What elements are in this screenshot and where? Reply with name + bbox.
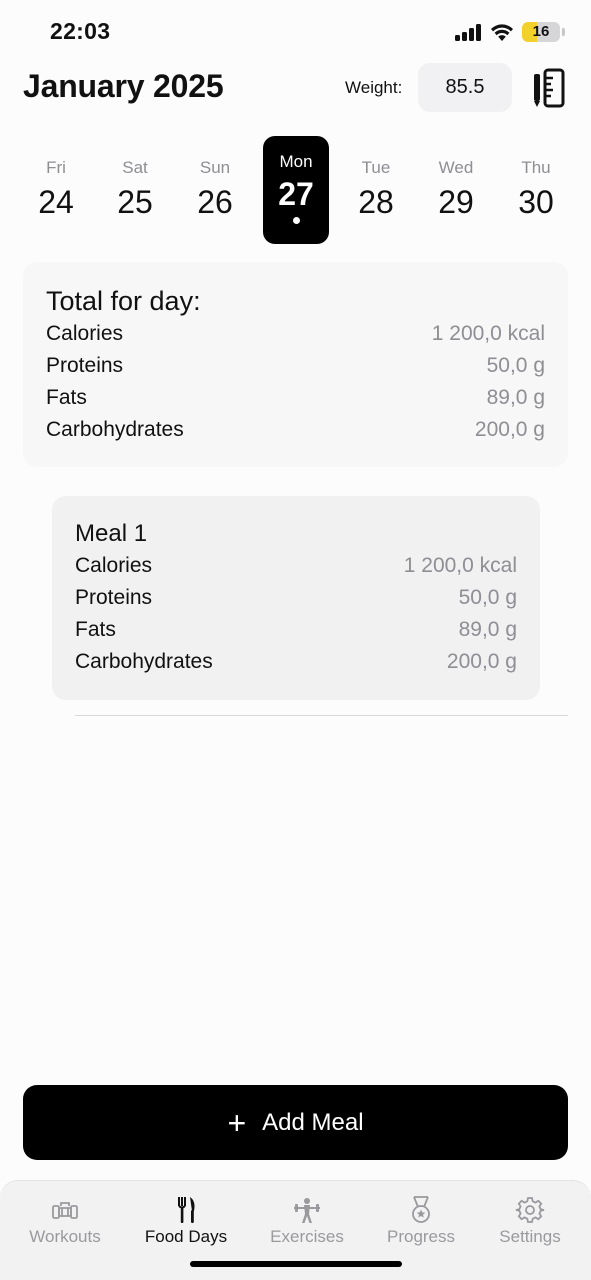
meal-row-fats: Fats 89,0 g (75, 618, 517, 648)
medal-icon (412, 1196, 430, 1223)
tab-food-days[interactable]: Food Days (131, 1195, 241, 1247)
day-name: Sun (199, 158, 231, 177)
list-divider (75, 715, 568, 716)
day-name: Tue (361, 158, 391, 177)
day-mon-27-selected[interactable]: Mon 27 (263, 136, 329, 244)
day-wed-29[interactable]: Wed 29 (423, 136, 489, 244)
weight-input[interactable] (418, 63, 512, 112)
row-value: 89,0 g (486, 386, 545, 409)
status-time: 22:03 (50, 18, 111, 44)
gear-icon (515, 1197, 545, 1223)
ruler-pencil-icon[interactable] (532, 68, 566, 108)
day-sun-26[interactable]: Sun 26 (182, 136, 248, 244)
tab-label: Workouts (29, 1227, 101, 1246)
row-value: 1 200,0 kcal (403, 554, 517, 577)
day-number: 27 (278, 176, 314, 212)
tab-exercises[interactable]: Exercises (252, 1195, 362, 1247)
tab-workouts[interactable]: Workouts (10, 1195, 120, 1247)
day-sat-25[interactable]: Sat 25 (102, 136, 168, 244)
row-label: Carbohydrates (75, 650, 213, 673)
row-label: Carbohydrates (46, 418, 184, 441)
meal-row-proteins: Proteins 50,0 g (75, 586, 517, 616)
day-fri-24[interactable]: Fri 24 (23, 136, 89, 244)
day-number: 29 (438, 184, 474, 220)
day-tue-28[interactable]: Tue 28 (343, 136, 409, 244)
total-row-fats: Fats 89,0 g (46, 386, 545, 416)
total-row-carbohydrates: Carbohydrates 200,0 g (46, 418, 545, 448)
row-label: Fats (46, 386, 87, 409)
row-value: 200,0 g (446, 650, 517, 673)
today-dot (292, 217, 300, 224)
tab-progress[interactable]: Progress (366, 1195, 476, 1247)
day-number: 24 (38, 184, 74, 220)
row-value: 89,0 g (458, 618, 517, 641)
row-label: Proteins (75, 586, 153, 609)
home-indicator (190, 1261, 402, 1267)
add-meal-button[interactable]: + Add Meal (23, 1085, 568, 1160)
meal-row-calories: Calories 1 200,0 kcal (75, 554, 517, 584)
day-number: 26 (197, 184, 233, 220)
row-label: Proteins (46, 354, 124, 377)
row-value: 200,0 g (474, 418, 545, 441)
add-meal-label: Add Meal (262, 1108, 364, 1136)
day-name: Thu (521, 158, 551, 177)
fork-knife-icon (178, 1197, 195, 1223)
battery-icon: 16 (522, 22, 560, 42)
total-row-proteins: Proteins 50,0 g (46, 354, 545, 384)
day-thu-30[interactable]: Thu 30 (503, 136, 569, 244)
row-value: 50,0 g (486, 354, 545, 377)
day-name: Sat (122, 158, 148, 177)
dumbbell-icon (52, 1202, 78, 1219)
wifi-icon (491, 24, 513, 41)
row-label: Calories (46, 322, 124, 345)
meal-row-carbohydrates: Carbohydrates 200,0 g (75, 650, 517, 680)
total-for-day-card: Total for day: Calories 1 200,0 kcal Pro… (23, 262, 568, 467)
day-name: Mon (279, 152, 313, 171)
day-name: Wed (438, 158, 474, 177)
weight-label: Weight: (345, 78, 403, 97)
tab-label: Food Days (144, 1227, 228, 1246)
tab-settings[interactable]: Settings (475, 1195, 585, 1247)
day-number: 25 (117, 184, 153, 220)
total-row-calories: Calories 1 200,0 kcal (46, 322, 545, 352)
weightlifter-icon (294, 1198, 320, 1223)
row-label: Calories (75, 554, 153, 577)
tab-label: Progress (386, 1227, 456, 1246)
battery-level: 16 (532, 23, 550, 40)
row-value: 1 200,0 kcal (431, 322, 545, 345)
total-title: Total for day: (46, 286, 201, 316)
page-title: January 2025 (23, 68, 224, 104)
day-number: 28 (358, 184, 394, 220)
tab-label: Exercises (270, 1227, 344, 1246)
cellular-signal-icon (455, 24, 483, 41)
day-number: 30 (518, 184, 554, 220)
meal-card[interactable]: Meal 1 Calories 1 200,0 kcal Proteins 50… (52, 496, 540, 700)
plus-icon: + (227, 1104, 247, 1141)
meal-title: Meal 1 (75, 520, 148, 547)
battery-tip (562, 28, 565, 36)
status-bar: 22:03 16 (0, 0, 591, 60)
row-label: Fats (75, 618, 116, 641)
row-value: 50,0 g (458, 586, 517, 609)
day-name: Fri (46, 158, 66, 177)
tab-label: Settings (499, 1227, 561, 1246)
